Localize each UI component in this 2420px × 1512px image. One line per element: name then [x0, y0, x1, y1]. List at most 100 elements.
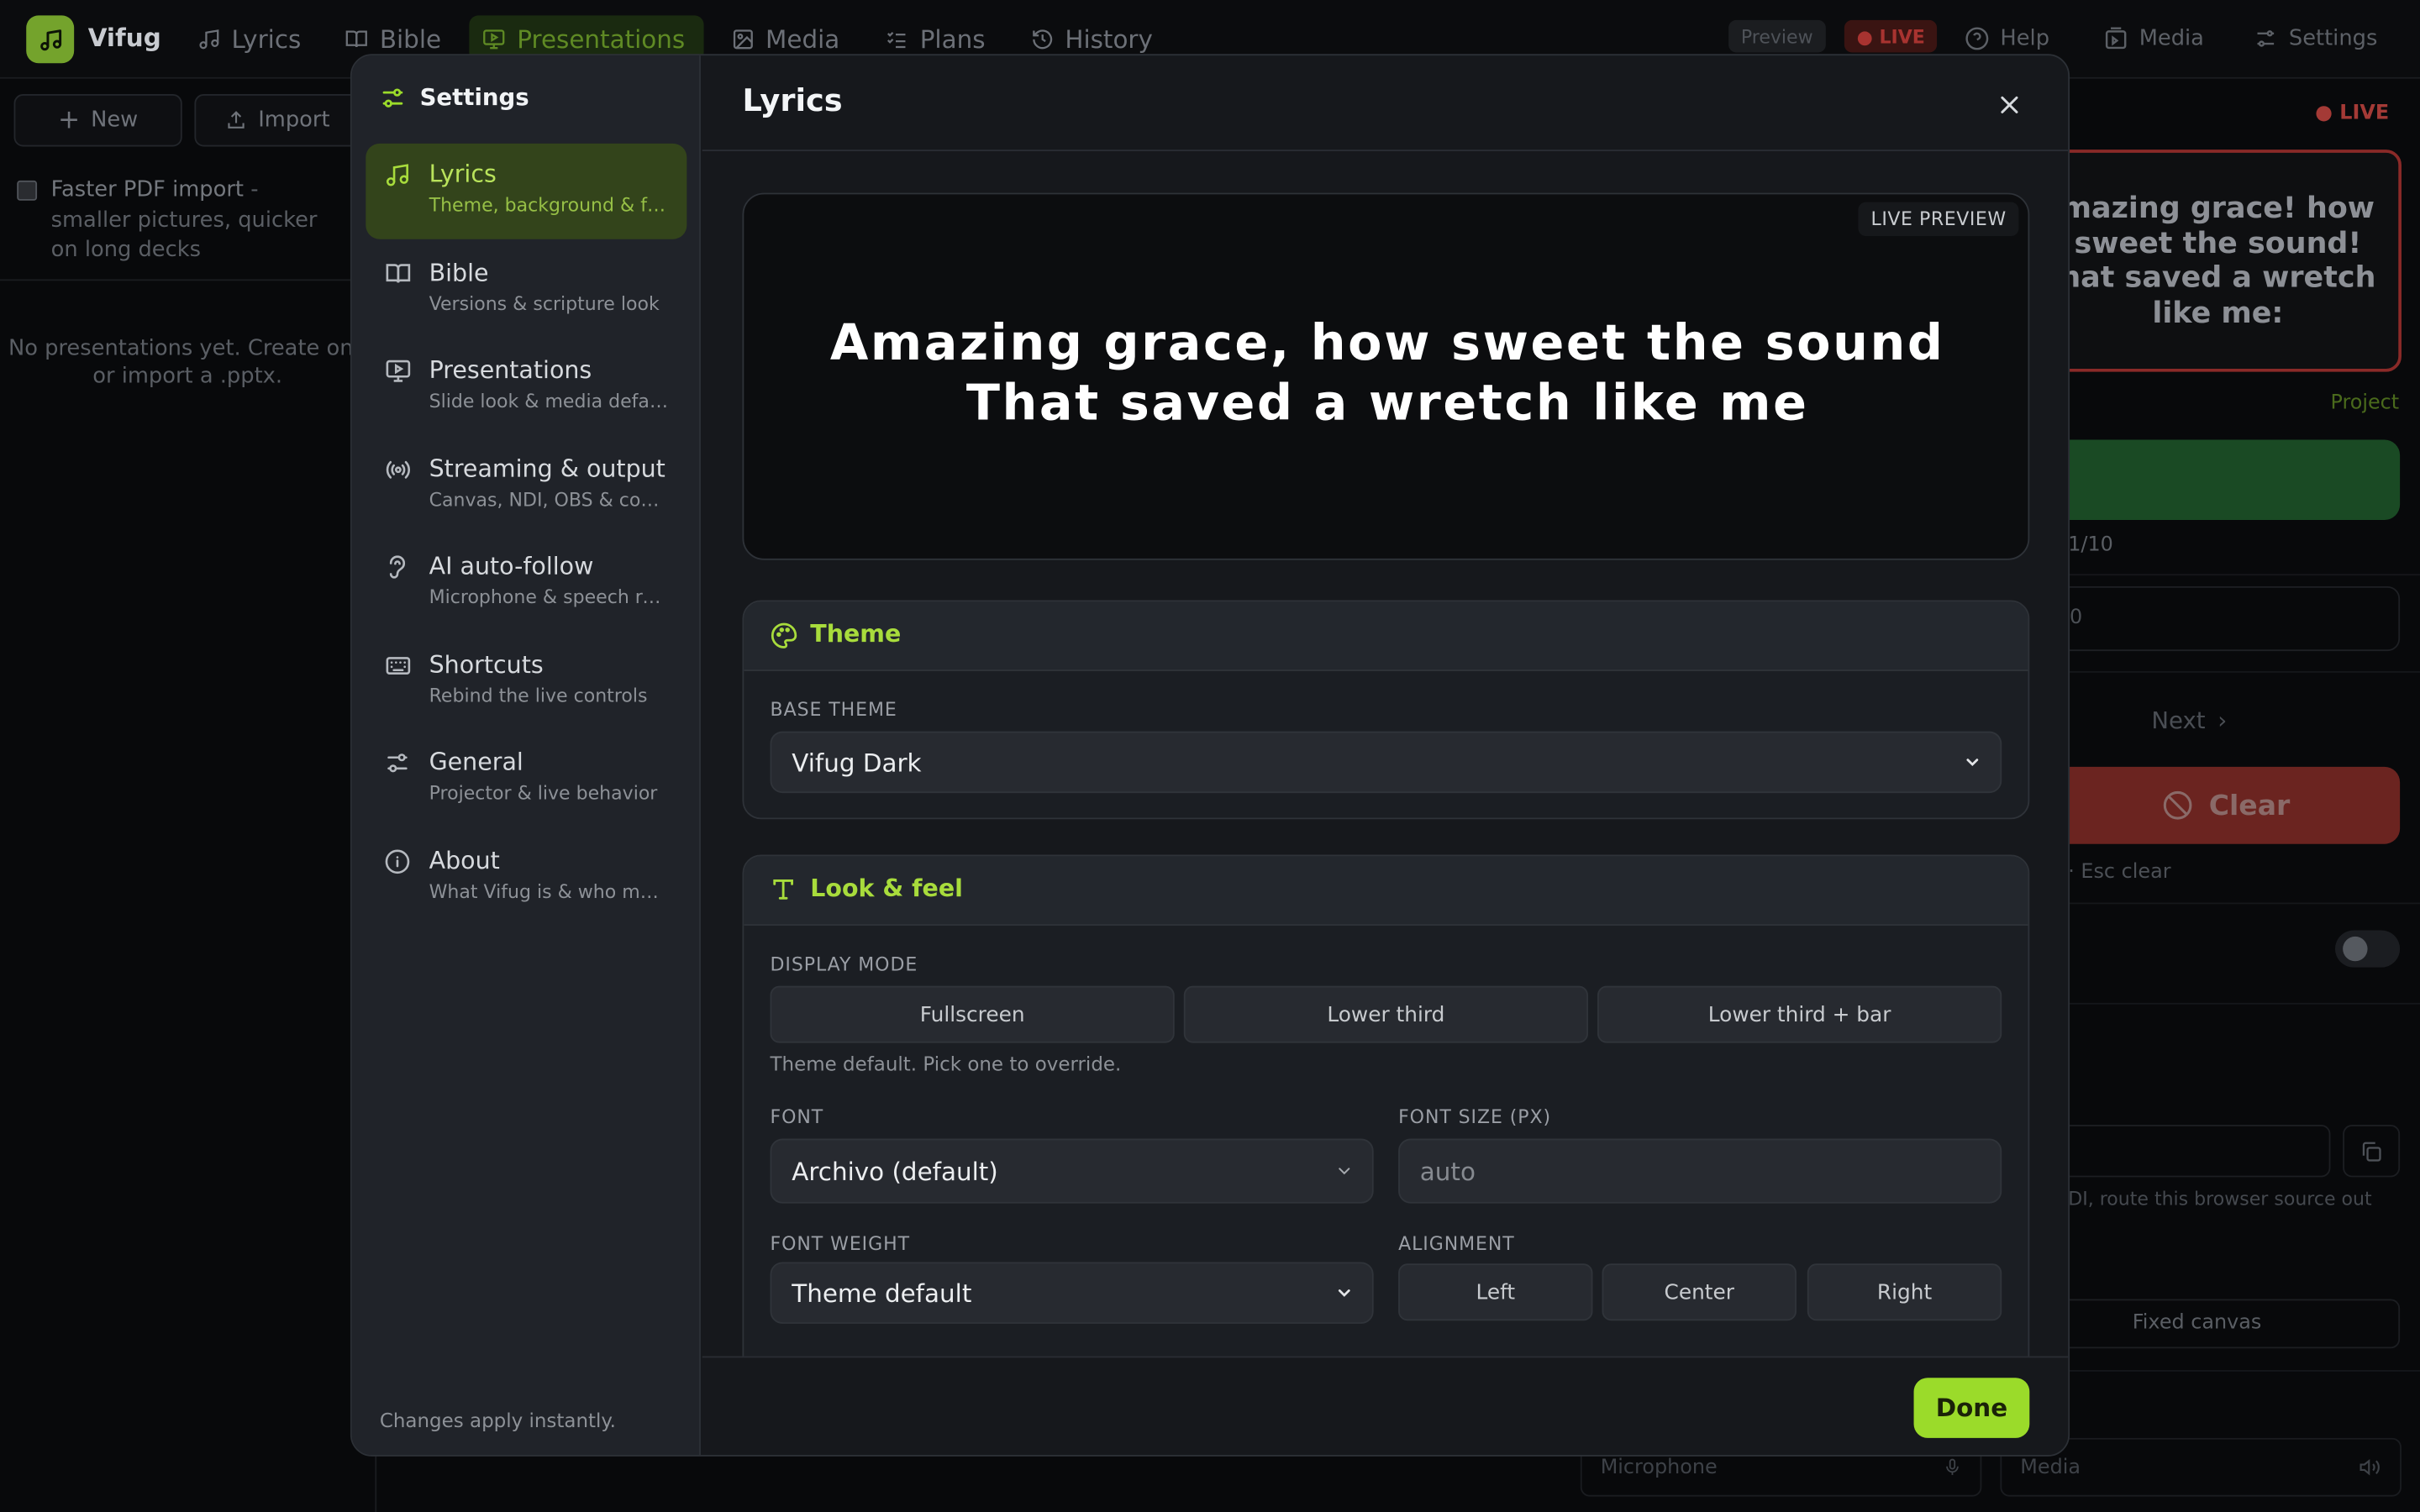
browser-source-url-field[interactable]: [2052, 1124, 2331, 1178]
presentation-icon: [386, 360, 411, 382]
sidebar-item-desc: Rebind the live controls: [429, 685, 648, 707]
sidebar-item-bible[interactable]: Bible Versions & scripture look: [366, 242, 687, 338]
font-select[interactable]: Archivo (default): [770, 1138, 1374, 1204]
sidebar-item-desc: Projector & live behavior: [429, 782, 658, 804]
info-icon: [385, 849, 410, 874]
music-icon: [199, 29, 219, 49]
ndi-hint: DI, route this browser source out: [2068, 1188, 2372, 1210]
alignment-label: ALIGNMENT: [1398, 1232, 1515, 1255]
display-mode-lower-third[interactable]: Lower third: [1183, 985, 1588, 1043]
chevron-right-icon: ›: [2217, 706, 2228, 735]
preview-pill[interactable]: Preview: [1728, 19, 1826, 53]
settings-content[interactable]: LIVE PREVIEW Amazing grace, how sweet th…: [702, 153, 2069, 1357]
sidebar-item-label: Presentations: [429, 356, 592, 385]
book-icon: [386, 264, 411, 283]
sidebar-item-label: About: [429, 847, 500, 875]
output-toggle[interactable]: [2334, 930, 2401, 968]
theme-section: Theme BASE THEME Vifug Dark: [742, 600, 2030, 820]
import-button[interactable]: Import: [194, 94, 361, 147]
font-weight-label: FONT WEIGHT: [770, 1232, 910, 1255]
live-preview-box: LIVE PREVIEW Amazing grace, how sweet th…: [742, 192, 2030, 560]
close-icon: [2001, 96, 2018, 113]
settings-title: Settings: [380, 83, 529, 111]
preview-lyric-line: That saved a wretch like me: [965, 373, 1809, 433]
app-name: Vifug: [87, 23, 161, 53]
project-link[interactable]: Project: [2330, 392, 2399, 416]
live-pill[interactable]: ● LIVE: [1844, 19, 1938, 53]
sidebar-item-desc: Versions & scripture look: [429, 292, 660, 315]
nav-presentations-label: Presentations: [517, 24, 686, 54]
copy-button[interactable]: [2343, 1124, 2401, 1178]
sidebar-item-label: AI auto-follow: [429, 552, 594, 580]
align-center-button[interactable]: Center: [1602, 1263, 1797, 1321]
volume-icon: [2359, 1457, 2382, 1478]
settings-sidebar: Settings Lyrics Theme, background & font…: [351, 55, 701, 1456]
font-label: FONT: [770, 1105, 824, 1128]
chevron-down-icon: [1966, 759, 1979, 767]
sidebar-item-streaming[interactable]: Streaming & output Canvas, NDI, OBS & co…: [366, 438, 687, 534]
ear-icon: [389, 555, 406, 579]
sidebar-item-label: Shortcuts: [429, 651, 544, 680]
font-size-input[interactable]: auto: [1398, 1138, 2002, 1204]
sidebar-item-about[interactable]: About What Vifug is & who made it: [366, 830, 687, 926]
media-library-icon: [2105, 27, 2127, 50]
palette-icon: [771, 622, 797, 648]
panel-title: Lyrics: [742, 81, 843, 119]
display-mode-fullscreen[interactable]: Fullscreen: [770, 985, 1175, 1043]
sidebar-item-presentations[interactable]: Presentations Slide look & media default…: [366, 339, 687, 435]
faster-pdf-checkbox[interactable]: [17, 180, 38, 201]
clear-button[interactable]: Clear: [2052, 766, 2401, 844]
new-presentation-button[interactable]: + New: [13, 94, 182, 147]
align-left-button[interactable]: Left: [1398, 1263, 1593, 1321]
display-mode-lower-third-bar[interactable]: Lower third + bar: [1597, 985, 2002, 1043]
copy-icon: [2362, 1141, 2381, 1161]
book-icon: [345, 29, 367, 47]
theme-section-title: Theme: [810, 620, 902, 648]
sidebar-item-label: Streaming & output: [429, 454, 666, 483]
look-section-title: Look & feel: [810, 874, 963, 903]
slide-jump-input[interactable]: 0: [2052, 585, 2401, 652]
slide-counter: 1/10: [2068, 533, 2113, 558]
close-button[interactable]: [1990, 85, 2030, 125]
sliders-icon: [387, 753, 408, 773]
next-button[interactable]: Next ›: [2151, 706, 2227, 734]
live-indicator: ● LIVE: [2315, 102, 2390, 125]
done-button[interactable]: Done: [1913, 1378, 2030, 1438]
media-audio-label: Media: [2020, 1455, 2081, 1479]
go-live-button[interactable]: [2052, 439, 2401, 520]
look-section-header: Look & feel: [744, 856, 2028, 927]
nav-lyrics-label: Lyrics: [231, 24, 302, 54]
settings-button[interactable]: Settings: [2254, 15, 2378, 61]
font-weight-select[interactable]: Theme default: [770, 1262, 1374, 1324]
clear-label: Clear: [2208, 789, 2291, 822]
settings-label: Settings: [2288, 26, 2378, 51]
align-right-button[interactable]: Right: [1807, 1263, 2002, 1321]
esc-shortcut-hint: · Esc clear: [2068, 860, 2171, 885]
display-mode-hint: Theme default. Pick one to override.: [770, 1052, 1122, 1076]
settings-sliders-icon: [382, 87, 403, 107]
sidebar-item-general[interactable]: General Projector & live behavior: [366, 732, 687, 827]
music-icon: [386, 164, 408, 186]
nav-bible-label: Bible: [379, 24, 442, 54]
base-theme-value: Vifug Dark: [792, 747, 922, 777]
settings-footer-note: Changes apply instantly.: [379, 1408, 616, 1432]
sidebar-item-desc: Canvas, NDI, OBS & companion: [429, 489, 671, 511]
sidebar-item-label: General: [429, 748, 523, 776]
settings-title-label: Settings: [419, 83, 529, 112]
look-and-feel-section: Look & feel DISPLAY MODE Fullscreen Lowe…: [742, 854, 2030, 1357]
vifug-logo-icon: [26, 15, 75, 64]
divider: [0, 279, 376, 281]
nav-lyrics[interactable]: Lyrics: [185, 15, 313, 61]
chevron-down-icon: [1338, 1289, 1350, 1297]
image-icon: [733, 29, 753, 49]
sidebar-item-lyrics[interactable]: Lyrics Theme, background & font: [366, 143, 687, 239]
media-button[interactable]: Media: [2103, 15, 2204, 61]
sidebar-item-shortcuts[interactable]: Shortcuts Rebind the live controls: [366, 634, 687, 730]
preview-lyric-line: Amazing grace, how sweet the sound: [829, 312, 1945, 372]
faster-pdf-bold: Faster PDF import: [50, 177, 245, 202]
mic-icon: [1943, 1457, 1961, 1478]
media-label: Media: [2139, 26, 2204, 51]
sidebar-item-ai-auto-follow[interactable]: AI auto-follow Microphone & speech recog…: [366, 535, 687, 631]
chevron-down-icon: [1339, 1168, 1350, 1175]
base-theme-select[interactable]: Vifug Dark: [770, 731, 2002, 794]
